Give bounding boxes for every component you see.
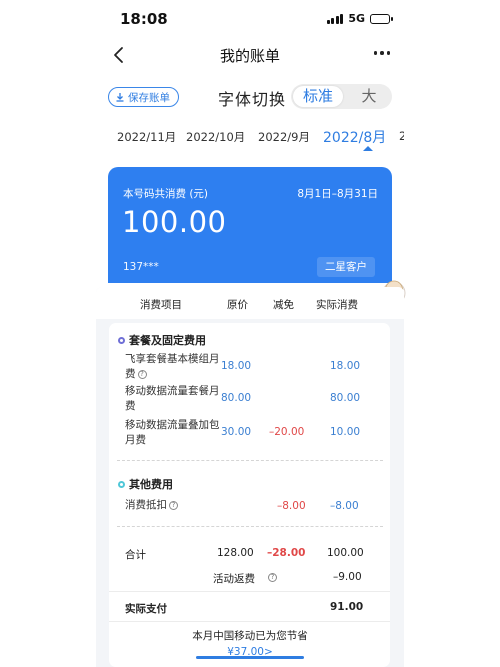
paid-amount: 91.00 <box>330 601 364 613</box>
billing-period: 8月1日–8月31日 <box>297 188 378 200</box>
header-item: 消费项目 <box>140 299 182 311</box>
month-tab-active[interactable]: 2022/8月 <box>323 127 386 147</box>
total-discount: –28.00 <box>267 547 306 559</box>
saving-text: 本月中国移动已为您节省 <box>192 630 308 642</box>
section-title-text: 其他费用 <box>129 478 173 491</box>
totals-divider <box>109 591 390 592</box>
paid-divider <box>109 621 390 622</box>
month-tab[interactable]: 2022/11月 <box>117 129 176 145</box>
status-time: 18:08 <box>120 10 168 28</box>
section-divider <box>117 526 383 527</box>
nav-bar: 我的账单 <box>96 40 404 72</box>
item-name: 消费抵扣? <box>125 498 221 513</box>
save-bill-label: 保存账单 <box>128 91 170 104</box>
signal-icon <box>326 13 344 24</box>
saving-underline <box>196 656 304 659</box>
item-original: 80.00 <box>221 392 252 404</box>
download-icon <box>116 93 124 102</box>
page-title: 我的账单 <box>219 47 280 65</box>
item-name: 飞享套餐基本模组月费? <box>125 352 221 382</box>
rebate-label: 活动返费 <box>213 573 255 585</box>
month-tabs: 2022/11月 2022/10月 2022/9月 2022/8月 2 <box>96 122 404 152</box>
header-actual: 实际消费 <box>316 299 358 311</box>
item-actual: 10.00 <box>330 426 361 438</box>
customer-level-badge: 二星客户 <box>317 257 375 277</box>
status-bar: 18:08 5G <box>96 0 404 40</box>
font-option-standard[interactable]: 标准 <box>293 86 343 107</box>
item-discount: –20.00 <box>269 426 305 438</box>
section-title: 其他费用 <box>118 476 173 492</box>
section-title: 套餐及固定费用 <box>118 332 206 348</box>
item-name-text: 消费抵扣 <box>125 499 167 511</box>
bill-detail-card: 套餐及固定费用 飞享套餐基本模组月费? 18.00 18.00 移动数据流量套餐… <box>109 323 390 667</box>
font-option-large[interactable]: 大 <box>349 86 389 107</box>
item-original: 30.00 <box>221 426 252 438</box>
item-actual: –8.00 <box>330 500 359 512</box>
month-tab[interactable]: 2022/9月 <box>258 129 310 145</box>
save-bill-button[interactable]: 保存账单 <box>108 87 179 107</box>
header-discount: 减免 <box>273 299 294 311</box>
summary-label: 本号码共消费 (元) <box>123 188 209 200</box>
item-name: 移动数据流量叠加包月费 <box>125 419 220 446</box>
item-original: 18.00 <box>221 360 252 372</box>
month-tab[interactable]: 2022/10月 <box>186 129 245 145</box>
status-indicators: 5G <box>326 12 393 25</box>
active-tab-indicator <box>363 146 373 151</box>
total-label: 合计 <box>125 549 146 561</box>
bill-detail-sheet: 消费项目 原价 减免 实际消费 套餐及固定费用 飞享套餐基本模组月费? 18.0… <box>96 287 404 667</box>
more-icon[interactable] <box>373 51 390 55</box>
section-title-text: 套餐及固定费用 <box>129 334 206 347</box>
item-discount: –8.00 <box>277 500 306 512</box>
help-icon[interactable]: ? <box>137 370 147 379</box>
section-divider <box>117 460 383 461</box>
total-amount: 100.00 <box>122 205 227 239</box>
header-original: 原价 <box>227 299 248 311</box>
phone-number: 137*** <box>123 261 159 273</box>
paid-label: 实际支付 <box>125 603 167 615</box>
section-dot-icon <box>118 336 125 344</box>
month-tab[interactable]: 2 <box>399 129 404 143</box>
item-name: 移动数据流量套餐月费 <box>125 385 220 412</box>
network-type: 5G <box>348 12 365 25</box>
help-icon[interactable]: ? <box>169 501 178 510</box>
item-actual: 80.00 <box>330 392 361 404</box>
total-original: 128.00 <box>217 547 254 559</box>
battery-icon <box>370 13 393 24</box>
table-header: 消费项目 原价 减免 实际消费 <box>96 287 404 319</box>
section-dot-icon <box>118 480 125 488</box>
rebate-amount: –9.00 <box>333 571 362 583</box>
font-switch-label: 字体切换 <box>218 90 287 109</box>
total-actual: 100.00 <box>327 547 364 559</box>
item-actual: 18.00 <box>330 360 361 372</box>
font-size-toggle[interactable]: 标准 大 <box>291 84 392 109</box>
help-icon[interactable]: ? <box>268 573 277 582</box>
bill-summary-card: 本号码共消费 (元) 8月1日–8月31日 100.00 137*** 二星客户 <box>108 167 392 283</box>
